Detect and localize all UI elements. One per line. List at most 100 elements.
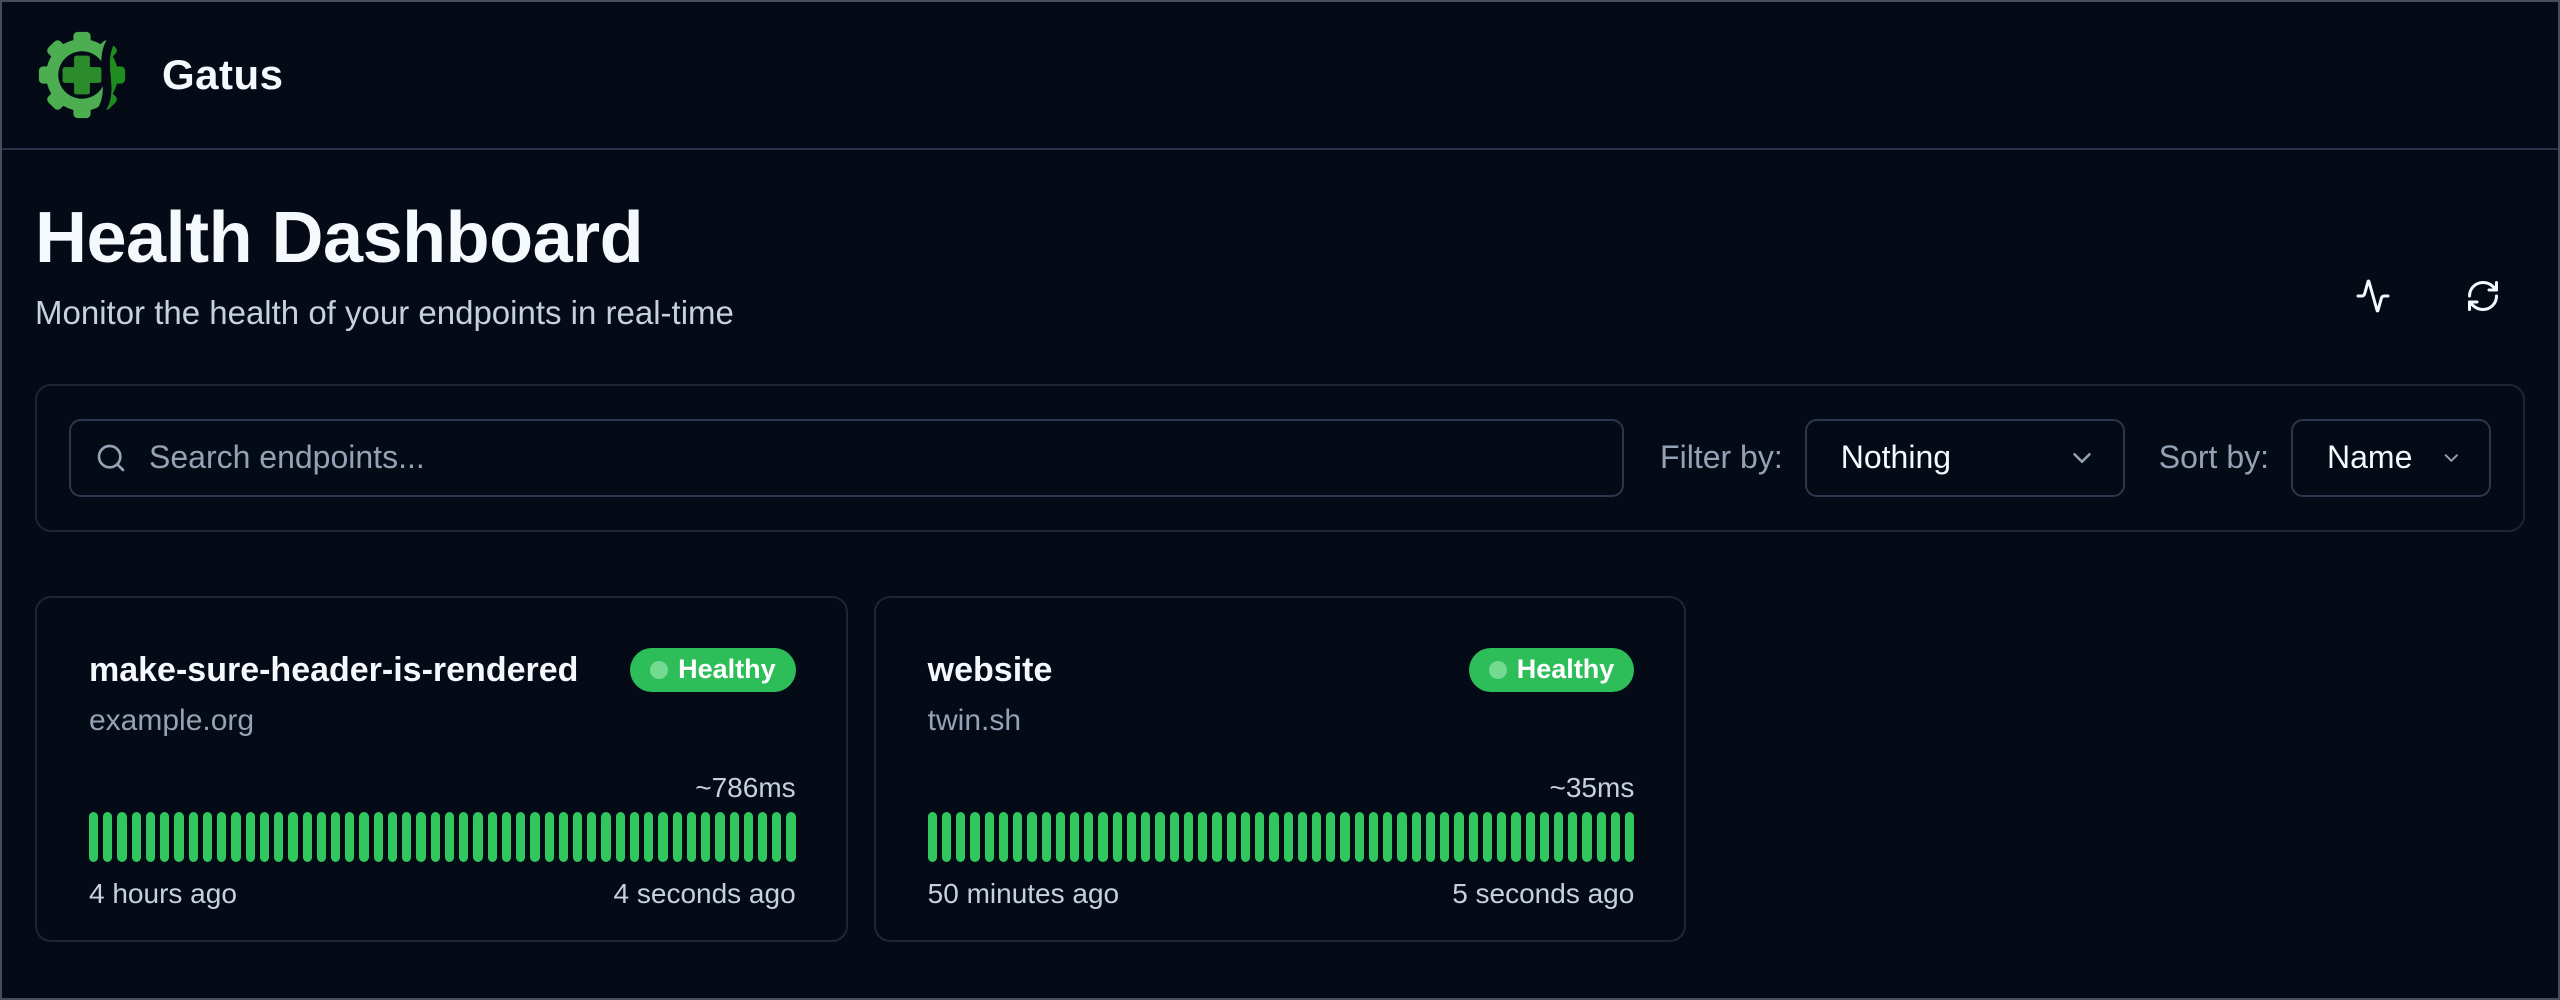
response-bar[interactable]	[160, 812, 169, 862]
response-bar[interactable]	[786, 812, 795, 862]
response-bar[interactable]	[1212, 812, 1221, 862]
response-bar[interactable]	[1483, 812, 1492, 862]
response-bar[interactable]	[203, 812, 212, 862]
response-bar[interactable]	[288, 812, 297, 862]
response-bar[interactable]	[1127, 812, 1136, 862]
response-bar[interactable]	[673, 812, 682, 862]
response-bar[interactable]	[502, 812, 511, 862]
refresh-button[interactable]	[2465, 278, 2501, 314]
response-bar[interactable]	[1554, 812, 1563, 862]
sort-select[interactable]: Name	[2291, 419, 2491, 497]
endpoint-card[interactable]: make-sure-header-is-rendered example.org…	[35, 596, 848, 942]
response-bar[interactable]	[1412, 812, 1421, 862]
response-bar[interactable]	[1241, 812, 1250, 862]
response-bar[interactable]	[174, 812, 183, 862]
response-bar[interactable]	[189, 812, 198, 862]
response-bar[interactable]	[1440, 812, 1449, 862]
response-bar[interactable]	[1340, 812, 1349, 862]
response-bar[interactable]	[445, 812, 454, 862]
response-bar[interactable]	[772, 812, 781, 862]
response-bar[interactable]	[644, 812, 653, 862]
filter-select[interactable]: Nothing	[1805, 419, 2125, 497]
response-bar[interactable]	[1027, 812, 1036, 862]
response-bar[interactable]	[274, 812, 283, 862]
response-bar[interactable]	[1326, 812, 1335, 862]
search-input[interactable]	[149, 439, 1598, 476]
response-bar[interactable]	[217, 812, 226, 862]
response-bar[interactable]	[1284, 812, 1293, 862]
response-bar[interactable]	[132, 812, 141, 862]
response-bar[interactable]	[1170, 812, 1179, 862]
response-bar[interactable]	[260, 812, 269, 862]
response-bar[interactable]	[359, 812, 368, 862]
response-bar[interactable]	[1298, 812, 1307, 862]
response-bar[interactable]	[999, 812, 1008, 862]
response-bar[interactable]	[431, 812, 440, 862]
response-bar[interactable]	[117, 812, 126, 862]
response-bar[interactable]	[1227, 812, 1236, 862]
response-bar[interactable]	[103, 812, 112, 862]
response-bar[interactable]	[1042, 812, 1051, 862]
response-bar[interactable]	[1369, 812, 1378, 862]
response-bar[interactable]	[701, 812, 710, 862]
response-bar[interactable]	[1568, 812, 1577, 862]
response-bar[interactable]	[1611, 812, 1620, 862]
gatus-logo-icon[interactable]	[36, 27, 128, 123]
response-bar[interactable]	[1625, 812, 1634, 862]
response-bar[interactable]	[416, 812, 425, 862]
response-bar[interactable]	[1454, 812, 1463, 862]
response-bar[interactable]	[1312, 812, 1321, 862]
response-bar[interactable]	[1269, 812, 1278, 862]
response-bar[interactable]	[744, 812, 753, 862]
response-bar[interactable]	[928, 812, 937, 862]
response-bar[interactable]	[1198, 812, 1207, 862]
response-bar[interactable]	[516, 812, 525, 862]
response-bar[interactable]	[1070, 812, 1079, 862]
response-bar[interactable]	[687, 812, 696, 862]
response-bar[interactable]	[530, 812, 539, 862]
response-bar[interactable]	[473, 812, 482, 862]
response-bar[interactable]	[715, 812, 724, 862]
response-bar[interactable]	[1540, 812, 1549, 862]
response-bar[interactable]	[1511, 812, 1520, 862]
response-bar[interactable]	[559, 812, 568, 862]
response-bar[interactable]	[1383, 812, 1392, 862]
response-bar[interactable]	[1113, 812, 1122, 862]
response-bar[interactable]	[374, 812, 383, 862]
response-bar[interactable]	[616, 812, 625, 862]
response-bar[interactable]	[545, 812, 554, 862]
response-bar[interactable]	[1426, 812, 1435, 862]
response-bar[interactable]	[1526, 812, 1535, 862]
response-bar[interactable]	[388, 812, 397, 862]
response-bar[interactable]	[317, 812, 326, 862]
response-bar[interactable]	[146, 812, 155, 862]
response-bar[interactable]	[345, 812, 354, 862]
response-bar[interactable]	[1397, 812, 1406, 862]
response-bar[interactable]	[1098, 812, 1107, 862]
response-bar[interactable]	[1056, 812, 1065, 862]
response-bar[interactable]	[956, 812, 965, 862]
response-bar[interactable]	[1497, 812, 1506, 862]
response-bar[interactable]	[730, 812, 739, 862]
response-bar[interactable]	[488, 812, 497, 862]
activity-toggle-button[interactable]	[2355, 278, 2391, 314]
response-bar[interactable]	[1355, 812, 1364, 862]
response-bar[interactable]	[601, 812, 610, 862]
response-bar[interactable]	[459, 812, 468, 862]
app-name[interactable]: Gatus	[162, 51, 284, 99]
response-bar[interactable]	[402, 812, 411, 862]
response-bar[interactable]	[985, 812, 994, 862]
response-bar[interactable]	[1155, 812, 1164, 862]
response-bar[interactable]	[1469, 812, 1478, 862]
response-bar[interactable]	[1141, 812, 1150, 862]
response-bar[interactable]	[970, 812, 979, 862]
response-bar[interactable]	[89, 812, 98, 862]
response-bar[interactable]	[1597, 812, 1606, 862]
response-bar[interactable]	[630, 812, 639, 862]
response-bar[interactable]	[246, 812, 255, 862]
response-bar[interactable]	[658, 812, 667, 862]
response-bar[interactable]	[1013, 812, 1022, 862]
response-bar[interactable]	[1582, 812, 1591, 862]
response-bar[interactable]	[1084, 812, 1093, 862]
response-bar[interactable]	[1184, 812, 1193, 862]
